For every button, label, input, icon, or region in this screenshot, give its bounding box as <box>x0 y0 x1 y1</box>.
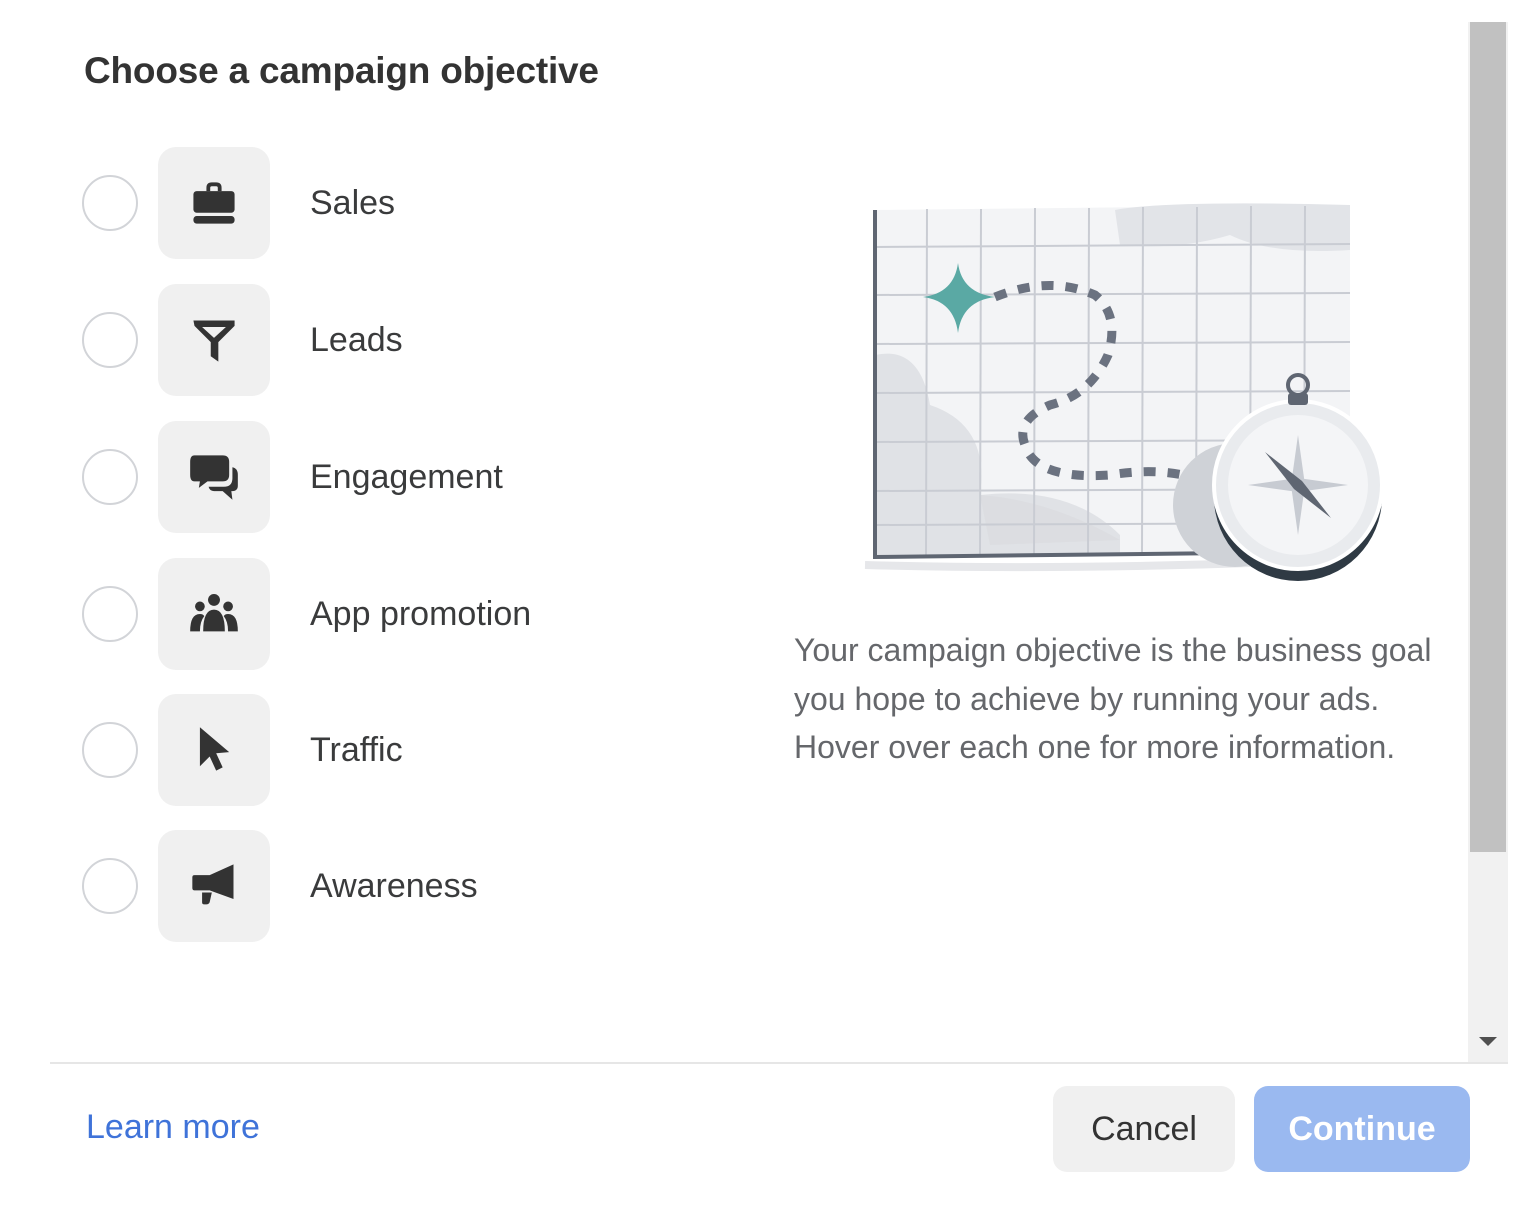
icon-tile-leads <box>158 284 270 396</box>
cancel-button[interactable]: Cancel <box>1053 1086 1235 1172</box>
objective-label: Awareness <box>310 866 478 905</box>
objective-description: Your campaign objective is the business … <box>794 632 1432 765</box>
learn-more-link[interactable]: Learn more <box>86 1108 260 1147</box>
continue-button[interactable]: Continue <box>1254 1086 1470 1172</box>
objective-label: App promotion <box>310 594 532 633</box>
radio-app-promotion[interactable] <box>82 586 138 642</box>
map-compass-illustration <box>864 203 1384 581</box>
scroll-down-arrow-icon[interactable] <box>1479 1037 1497 1046</box>
dialog-title: Choose a campaign objective <box>84 50 599 91</box>
radio-sales[interactable] <box>82 175 138 231</box>
dialog-content: Choose a campaign objective Sales Leads … <box>0 0 1468 1062</box>
icon-tile-sales <box>158 147 270 259</box>
scrollbar-thumb[interactable] <box>1470 22 1506 852</box>
chat-bubbles-icon <box>190 455 238 500</box>
objective-label: Leads <box>310 320 403 359</box>
objective-option-sales[interactable]: Sales <box>82 147 702 259</box>
shopping-bag-icon <box>193 182 235 224</box>
funnel-icon <box>193 320 235 362</box>
radio-awareness[interactable] <box>82 858 138 914</box>
radio-engagement[interactable] <box>82 449 138 505</box>
radio-traffic[interactable] <box>82 722 138 778</box>
objective-option-engagement[interactable]: Engagement <box>82 421 702 533</box>
objective-option-traffic[interactable]: Traffic <box>82 694 702 806</box>
icon-tile-awareness <box>158 830 270 942</box>
megaphone-icon <box>192 864 234 905</box>
campaign-objective-dialog: Choose a campaign objective Sales Leads … <box>0 0 1534 1208</box>
icon-tile-traffic <box>158 694 270 806</box>
vertical-scrollbar[interactable] <box>1468 22 1508 1062</box>
icon-tile-app-promotion <box>158 558 270 670</box>
objective-option-app-promotion[interactable]: App promotion <box>82 558 702 670</box>
objective-option-awareness[interactable]: Awareness <box>82 830 702 942</box>
objective-label: Traffic <box>310 730 403 769</box>
icon-tile-engagement <box>158 421 270 533</box>
objective-label: Sales <box>310 183 396 222</box>
objective-label: Engagement <box>310 457 503 496</box>
dialog-footer: Learn more Cancel Continue <box>50 1062 1508 1210</box>
people-group-icon <box>190 593 238 632</box>
cursor-arrow-icon <box>199 727 230 771</box>
objective-option-leads[interactable]: Leads <box>82 284 702 396</box>
radio-leads[interactable] <box>82 312 138 368</box>
